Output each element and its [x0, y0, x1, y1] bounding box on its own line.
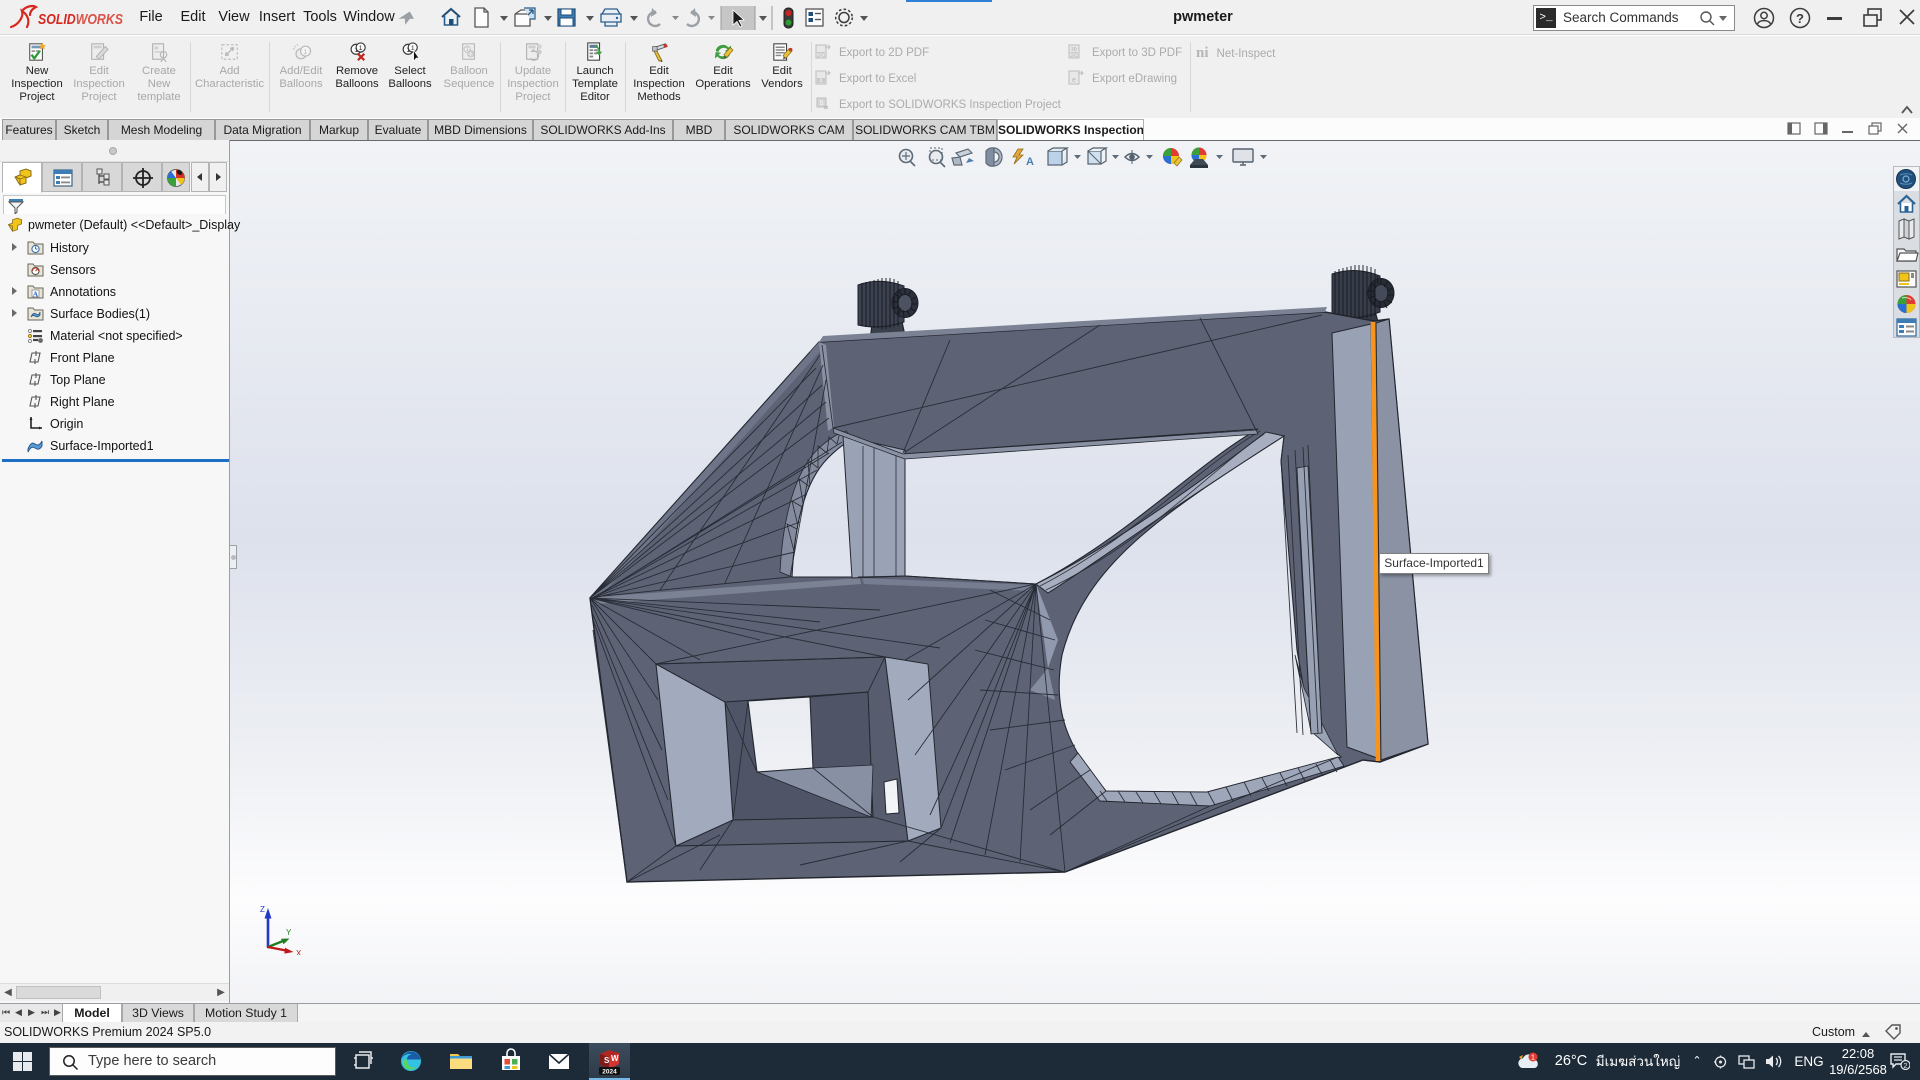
- svg-text:1: 1: [304, 49, 308, 56]
- svg-text:W: W: [611, 1054, 619, 1063]
- svg-text:S: S: [604, 1056, 610, 1065]
- svg-text:SOLIDWORKS: SOLIDWORKS: [38, 12, 123, 28]
- svg-text:e: e: [1072, 77, 1076, 84]
- svg-text:1: 1: [359, 45, 363, 52]
- svg-text:2024: 2024: [602, 1069, 617, 1076]
- svg-text:A: A: [1026, 156, 1034, 168]
- svg-text:3D: 3D: [1071, 47, 1078, 52]
- svg-text:1: 1: [1531, 1055, 1535, 1062]
- svg-text:2: 2: [1903, 1061, 1907, 1070]
- svg-text:Y: Y: [286, 928, 292, 937]
- svg-text:A: A: [33, 290, 39, 299]
- svg-text:X: X: [296, 949, 302, 955]
- svg-text:23: 23: [468, 52, 474, 58]
- svg-text:S: S: [819, 101, 823, 107]
- svg-text:PDF: PDF: [1070, 53, 1079, 58]
- svg-text:Z: Z: [260, 905, 265, 914]
- svg-text:?: ?: [1796, 11, 1804, 26]
- svg-text:PDF: PDF: [817, 53, 826, 58]
